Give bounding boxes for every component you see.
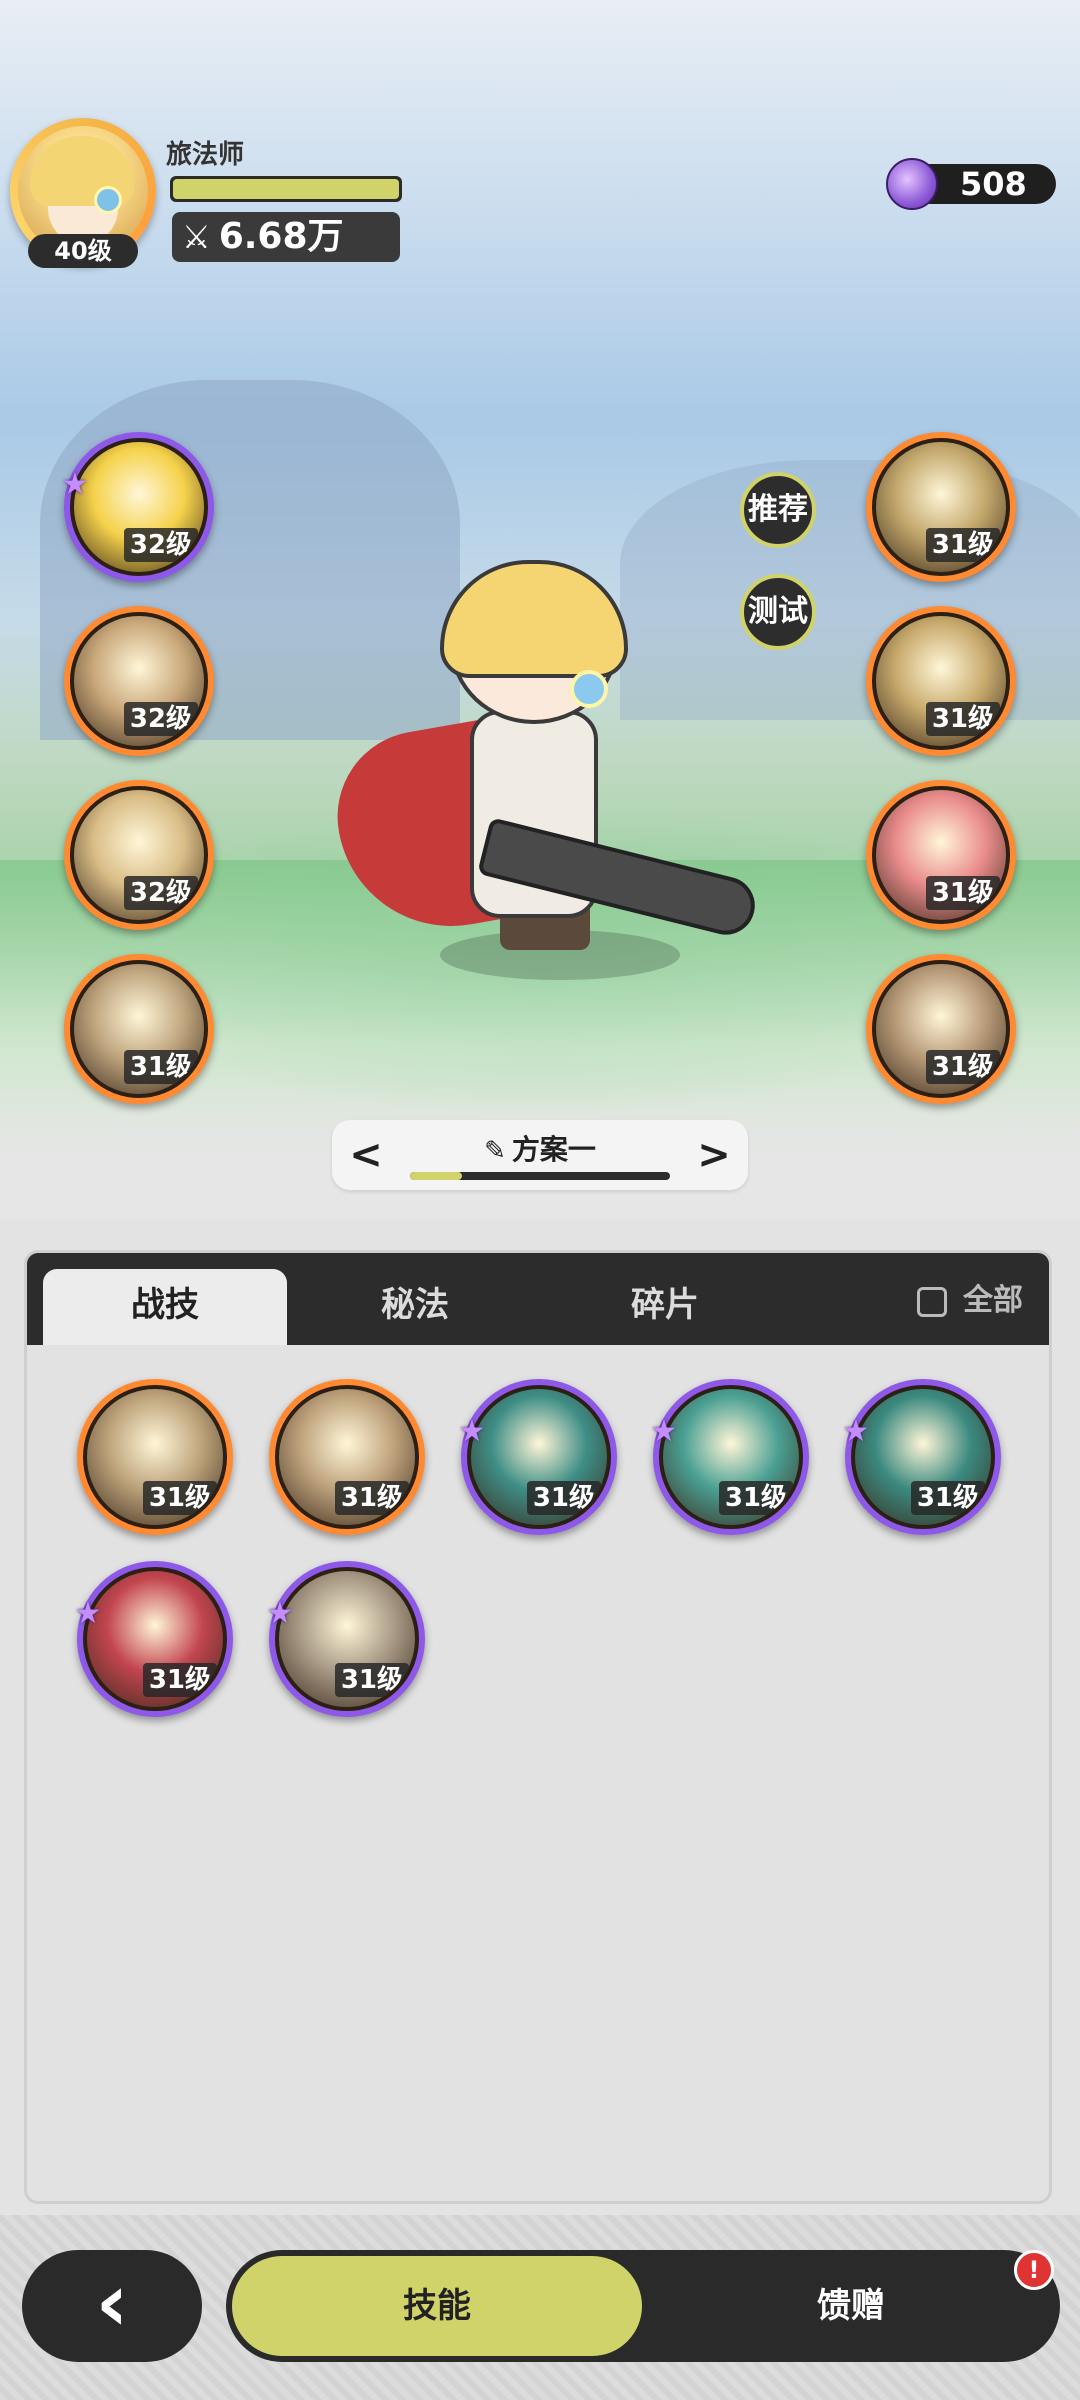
right-skill-1[interactable]: 31级 xyxy=(866,432,1016,582)
right-skill-4[interactable]: 31级 xyxy=(866,954,1016,1104)
left-skill-4[interactable]: 31级 xyxy=(64,954,214,1104)
currency-counter[interactable]: 508 xyxy=(886,158,1056,210)
grid-skill-6[interactable]: 31级 ★ xyxy=(75,1561,233,1717)
star-rank-icon: ★ xyxy=(650,1414,678,1449)
explosion-icon: 32级 xyxy=(70,786,208,924)
golden-burst-icon: 32级 xyxy=(70,438,208,576)
claw-slash-icon: 32级 xyxy=(70,612,208,750)
skill-level-badge: 32级 xyxy=(123,876,198,910)
teal-web-icon: 31级 xyxy=(659,1385,803,1529)
left-skill-3[interactable]: 32级 xyxy=(64,780,214,930)
grid-skill-5[interactable]: 31级 ★ xyxy=(843,1379,1001,1535)
skill-level-badge: 31级 xyxy=(910,1481,985,1515)
shadow-clone-icon: 31级 xyxy=(275,1567,419,1711)
skill-level-badge: 31级 xyxy=(925,1050,1000,1084)
skill-level-badge: 31级 xyxy=(142,1663,217,1697)
tab-combat-skills[interactable]: 战技 xyxy=(43,1269,287,1345)
tab-fragments[interactable]: 碎片 xyxy=(543,1269,787,1345)
combat-power-value: 6.68万 xyxy=(218,216,344,257)
grid-skill-1[interactable]: 31级 xyxy=(77,1379,233,1535)
hero-character xyxy=(324,560,761,990)
test-button[interactable]: 测试 xyxy=(740,574,816,650)
star-rank-icon: ★ xyxy=(74,1596,102,1631)
currency-value: 508 xyxy=(960,165,1027,203)
fist-icon: 31级 xyxy=(872,960,1010,1098)
eye-icon: 31级 xyxy=(872,612,1010,750)
show-all-checkbox[interactable] xyxy=(917,1286,947,1317)
skill-level-badge: 31级 xyxy=(925,528,1000,562)
sword-strike-icon: 31级 xyxy=(70,960,208,1098)
experience-bar xyxy=(170,176,402,202)
show-all-label: 全部 xyxy=(963,1283,1023,1318)
alert-badge-icon: ! xyxy=(1014,2250,1054,2290)
purple-crystal-icon xyxy=(886,158,938,210)
star-rank-icon: ★ xyxy=(266,1596,294,1631)
combat-power: ⚔ 6.68万 xyxy=(172,212,400,262)
skill-level-badge: 31级 xyxy=(925,876,1000,910)
grid-skill-2[interactable]: 31级 xyxy=(269,1379,425,1535)
plan-progress-bar xyxy=(410,1172,670,1180)
skill-level-badge: 32级 xyxy=(123,528,198,562)
star-rank-icon: ★ xyxy=(842,1414,870,1449)
player-name: 旅法师 xyxy=(166,140,245,170)
crossed-swords-icon: ⚔ xyxy=(182,218,211,256)
tab-bar: 战技 秘法 碎片 全部 xyxy=(27,1253,1049,1345)
skill-level-badge: 31级 xyxy=(925,702,1000,736)
red-warrior-icon: 31级 xyxy=(83,1567,227,1711)
grid-skill-7[interactable]: 31级 ★ xyxy=(267,1561,425,1717)
recommend-button[interactable]: 推荐 xyxy=(740,472,816,548)
gifts-tab-button[interactable]: 馈赠 xyxy=(656,2250,1046,2362)
show-all-toggle[interactable]: 全部 xyxy=(917,1281,1023,1321)
skill-level-badge: 31级 xyxy=(526,1481,601,1515)
plan-next-button[interactable]: > xyxy=(694,1130,734,1180)
star-rank-icon: ★ xyxy=(61,467,89,502)
skill-level-badge: 31级 xyxy=(142,1481,217,1515)
teal-crescent-icon: 31级 xyxy=(467,1385,611,1529)
right-skill-2[interactable]: 31级 xyxy=(866,606,1016,756)
golem-icon: 31级 xyxy=(872,438,1010,576)
crescent-slash-icon: 31级 xyxy=(83,1385,227,1529)
star-rank-icon: ★ xyxy=(458,1414,486,1449)
plan-selector: < ✎ 方案一 > xyxy=(332,1120,748,1190)
left-skill-1[interactable]: 32级 ★ xyxy=(62,432,214,582)
tab-arcana[interactable]: 秘法 xyxy=(293,1269,537,1345)
skill-level-badge: 31级 xyxy=(718,1481,793,1515)
experience-bar-fill xyxy=(173,179,399,199)
grid-skill-4[interactable]: 31级 ★ xyxy=(651,1379,809,1535)
bottom-segmented-control: 技能 馈赠 xyxy=(226,2250,1060,2362)
back-button[interactable]: ‹ xyxy=(22,2250,202,2362)
plan-progress-fill xyxy=(410,1172,462,1180)
skill-level-badge: 31级 xyxy=(334,1481,409,1515)
skills-tab-button[interactable]: 技能 xyxy=(232,2256,642,2356)
skill-inventory-panel: 战技 秘法 碎片 全部 31级 31级 31级 ★ 31级 ★ 31级 ★ 31级 ★ 31级 ★ xyxy=(24,1250,1052,2204)
skill-level-badge: 31级 xyxy=(123,1050,198,1084)
skill-level-badge: 32级 xyxy=(123,702,198,736)
red-sword-icon: 31级 xyxy=(872,786,1010,924)
plan-title[interactable]: ✎ 方案一 xyxy=(332,1128,748,1168)
grid-skill-3[interactable]: 31级 ★ xyxy=(459,1379,617,1535)
left-skill-2[interactable]: 32级 xyxy=(64,606,214,756)
teal-sword-icon: 31级 xyxy=(851,1385,995,1529)
right-skill-3[interactable]: 31级 xyxy=(866,780,1016,930)
leap-strike-icon: 31级 xyxy=(275,1385,419,1529)
pencil-icon: ✎ xyxy=(484,1136,506,1166)
player-level-badge: 40级 xyxy=(28,234,138,268)
skill-level-badge: 31级 xyxy=(334,1663,409,1697)
plan-label: 方案一 xyxy=(511,1133,596,1166)
chevron-left-icon: ‹ xyxy=(95,2256,129,2349)
